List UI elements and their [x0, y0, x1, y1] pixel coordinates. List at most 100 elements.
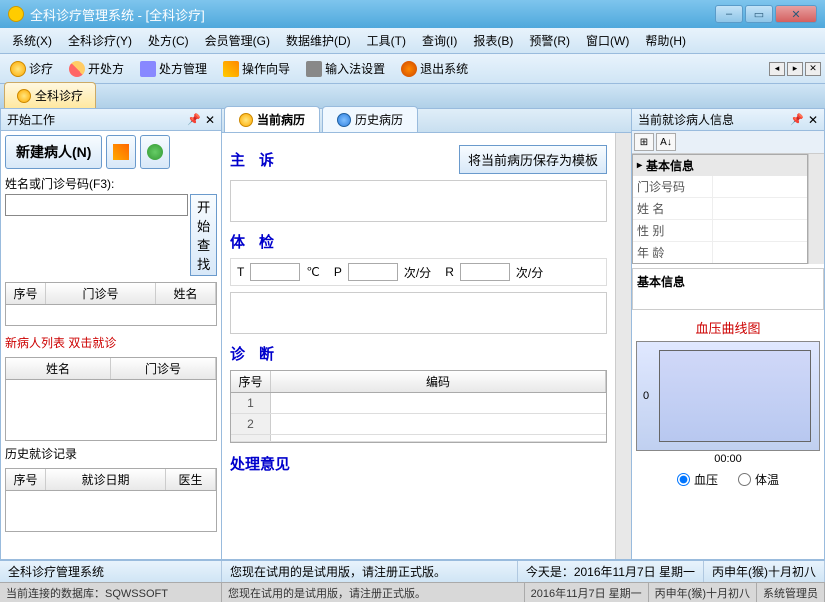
users-button[interactable]	[140, 135, 170, 169]
window-title: 全科诊疗管理系统 - [全科诊疗]	[30, 5, 715, 24]
col-date[interactable]: 就诊日期	[46, 469, 166, 490]
prop-sort-button[interactable]: A↓	[656, 133, 676, 151]
tab-icon	[337, 113, 351, 127]
menu-general[interactable]: 全科诊疗(Y)	[60, 29, 140, 52]
row-num: 2	[231, 414, 271, 434]
col-code[interactable]: 编码	[271, 371, 606, 392]
row-num	[231, 435, 271, 441]
search-button[interactable]: 开始查找	[190, 194, 217, 276]
search-label: 姓名或门诊号码(F3):	[5, 175, 217, 192]
table-row[interactable]: 2	[231, 414, 606, 435]
prop-label: 年 龄	[633, 242, 713, 263]
col-name[interactable]: 姓名	[6, 358, 111, 379]
unit-c: ℃	[306, 265, 319, 279]
tool-diagnose[interactable]: 诊疗	[4, 57, 59, 80]
tool-rx-manage[interactable]: 处方管理	[134, 57, 213, 80]
prop-row[interactable]: 年 龄	[633, 242, 807, 264]
chief-complaint-input[interactable]	[230, 180, 607, 222]
left-panel-header: 开始工作 📌 ✕	[1, 109, 221, 131]
tab-label: 当前病历	[257, 111, 305, 128]
statusbar: 全科诊疗管理系统 您现在试用的是试用版，请注册正式版。 今天是：2016年11月…	[0, 560, 825, 582]
menu-member[interactable]: 会员管理(G)	[197, 29, 278, 52]
radio-temp[interactable]: 体温	[738, 471, 779, 488]
tool-label: 输入法设置	[325, 60, 385, 77]
save-template-button[interactable]: 将当前病历保存为模板	[459, 145, 607, 174]
tab-icon	[17, 89, 31, 103]
pin-icon[interactable]: 📌	[187, 113, 201, 126]
menu-help[interactable]: 帮助(H)	[637, 29, 694, 52]
input-pulse[interactable]	[348, 263, 398, 281]
status-lunar2: 丙申年(猴)十月初八	[649, 583, 757, 602]
menu-system[interactable]: 系统(X)	[4, 29, 60, 52]
right-panel: 当前就诊病人信息 📌 ✕ ⊞ A↓ 基本信息 门诊号码 姓 名 性 别 年 龄 …	[631, 108, 825, 560]
col-seq[interactable]: 序号	[6, 283, 46, 304]
users-icon	[147, 144, 163, 160]
toolbar: 诊疗 开处方 处方管理 操作向导 输入法设置 退出系统 ◂ ▸ ✕	[0, 54, 825, 84]
minimize-button[interactable]: –	[715, 5, 743, 23]
prop-categorize-button[interactable]: ⊞	[634, 133, 654, 151]
window-controls: – ▭ ✕	[715, 5, 817, 23]
input-respiration[interactable]	[460, 263, 510, 281]
maximize-button[interactable]: ▭	[745, 5, 773, 23]
radio-bp-input[interactable]	[677, 473, 690, 486]
new-patient-button[interactable]: 新建病人(N)	[5, 135, 102, 169]
history-grid: 序号 就诊日期 医生	[5, 468, 217, 532]
scrollbar-vertical[interactable]	[615, 133, 631, 559]
input-temperature[interactable]	[250, 263, 300, 281]
tool-ime[interactable]: 输入法设置	[300, 57, 391, 80]
scrollbar-vertical[interactable]	[808, 154, 824, 264]
prop-row[interactable]: 性 别	[633, 220, 807, 242]
menu-window[interactable]: 窗口(W)	[578, 29, 637, 52]
col-doctor[interactable]: 医生	[166, 469, 216, 490]
search-result-grid: 序号 门诊号 姓名	[5, 282, 217, 326]
table-row[interactable]	[231, 435, 606, 442]
power-icon	[401, 61, 417, 77]
physical-exam-input[interactable]	[230, 292, 607, 334]
radio-bp[interactable]: 血压	[677, 471, 718, 488]
nav-next-button[interactable]: ▸	[787, 62, 803, 76]
prop-row[interactable]: 门诊号码	[633, 176, 807, 198]
tool-exit[interactable]: 退出系统	[395, 57, 474, 80]
close-button[interactable]: ✕	[775, 5, 817, 23]
prop-section-basic[interactable]: 基本信息	[633, 155, 807, 176]
label-p: P	[334, 265, 342, 279]
menu-alert[interactable]: 预警(R)	[521, 29, 578, 52]
tool-guide[interactable]: 操作向导	[217, 57, 296, 80]
menu-prescription[interactable]: 处方(C)	[140, 29, 197, 52]
status-app: 全科诊疗管理系统	[0, 561, 222, 582]
nav-prev-button[interactable]: ◂	[769, 62, 785, 76]
menu-report[interactable]: 报表(B)	[465, 29, 521, 52]
edit-button[interactable]	[106, 135, 136, 169]
right-panel-header: 当前就诊病人信息 📌 ✕	[632, 109, 824, 131]
panel-close-button[interactable]: ✕	[808, 113, 818, 127]
tab-current-record[interactable]: 当前病历	[224, 106, 320, 132]
menu-query[interactable]: 查询(I)	[414, 29, 465, 52]
new-patient-grid: 姓名 门诊号	[5, 357, 217, 441]
status-trial: 您现在试用的是试用版，请注册正式版。	[222, 561, 518, 582]
new-patient-list-label: 新病人列表 双击就诊	[5, 334, 217, 351]
tool-prescribe[interactable]: 开处方	[63, 57, 130, 80]
col-name[interactable]: 姓名	[156, 283, 216, 304]
menu-data[interactable]: 数据维护(D)	[278, 29, 359, 52]
radio-temp-input[interactable]	[738, 473, 751, 486]
menu-tools[interactable]: 工具(T)	[359, 29, 414, 52]
col-seq[interactable]: 序号	[6, 469, 46, 490]
col-id[interactable]: 门诊号	[111, 358, 216, 379]
col-seq[interactable]: 序号	[231, 371, 271, 392]
tab-history-record[interactable]: 历史病历	[322, 106, 418, 132]
titlebar: 全科诊疗管理系统 - [全科诊疗] – ▭ ✕	[0, 0, 825, 28]
menubar: 系统(X) 全科诊疗(Y) 处方(C) 会员管理(G) 数据维护(D) 工具(T…	[0, 28, 825, 54]
doc-tab-general[interactable]: 全科诊疗	[4, 82, 96, 108]
prop-row[interactable]: 姓 名	[633, 198, 807, 220]
panel-close-button[interactable]: ✕	[205, 113, 215, 127]
status-db: 当前连接的数据库：SQWSSOFT	[0, 583, 222, 602]
nav-close-button[interactable]: ✕	[805, 62, 821, 76]
pin-icon[interactable]: 📌	[790, 113, 804, 126]
search-input[interactable]	[5, 194, 188, 216]
toolbar-nav: ◂ ▸ ✕	[769, 62, 821, 76]
tool-label: 处方管理	[159, 60, 207, 77]
tool-label: 开处方	[88, 60, 124, 77]
bp-chart: 0	[636, 341, 820, 451]
table-row[interactable]: 1	[231, 393, 606, 414]
col-id[interactable]: 门诊号	[46, 283, 156, 304]
